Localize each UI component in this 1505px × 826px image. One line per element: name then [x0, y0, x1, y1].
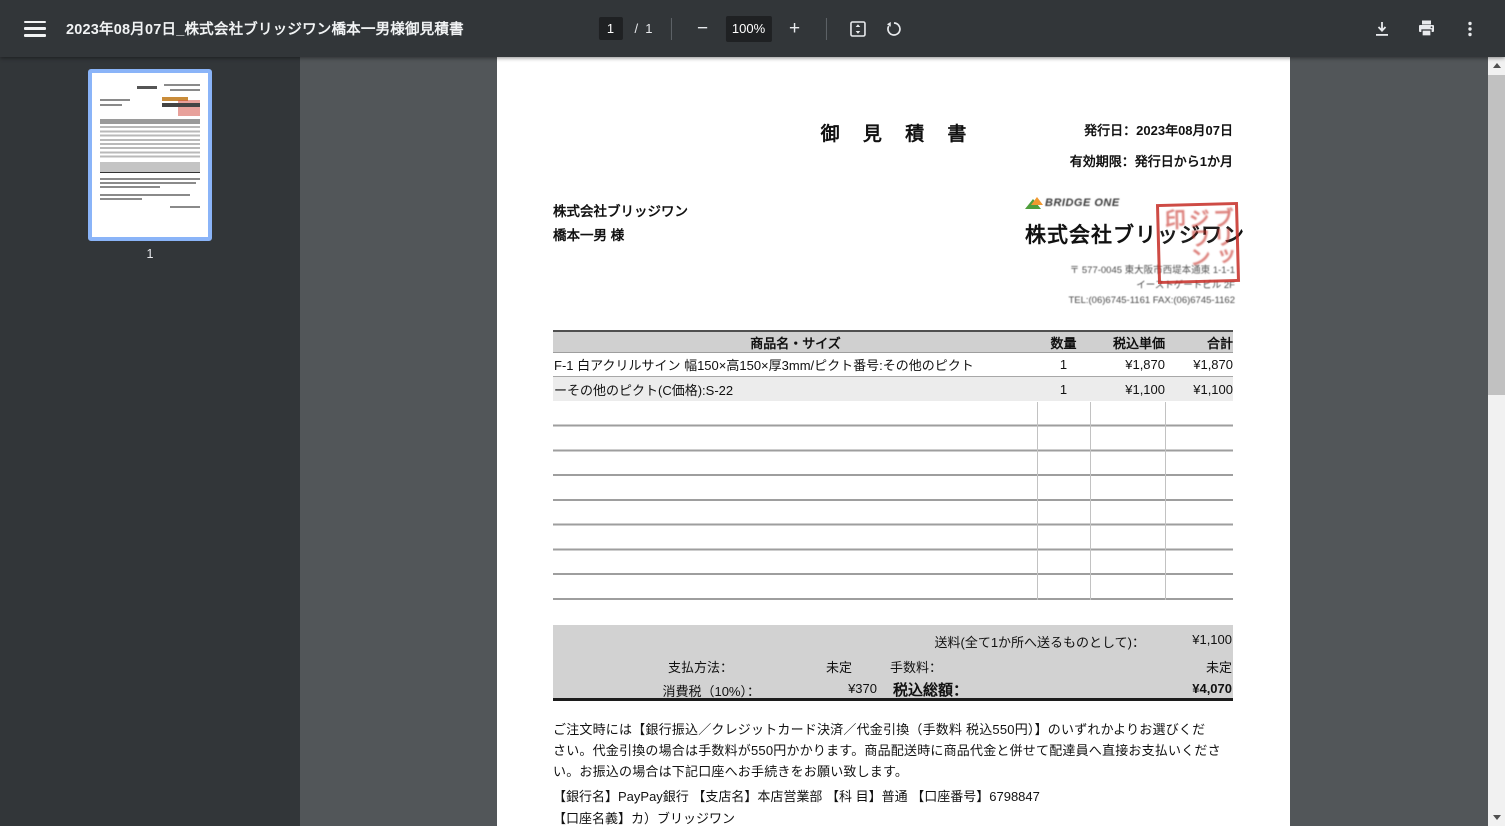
- thumbnail-preview: [92, 73, 208, 237]
- order-note-line: ご注文時には【銀行振込／クレジットカード決済／代金引換（手数料 税込550円）】…: [553, 722, 1206, 737]
- download-button[interactable]: [1369, 16, 1395, 42]
- payment-method-value: 未定: [825, 660, 852, 675]
- totals-summary: 送料(全て1か所へ送るものとして)： ¥1,100 支払方法： 未定 手数料： …: [553, 625, 1233, 701]
- scroll-down-icon: [1492, 815, 1501, 820]
- pdf-toolbar: 2023年08月07日_株式会社ブリッジワン橋本一男様御見積書 / 1 − 10…: [0, 0, 1505, 57]
- scroll-up-button[interactable]: [1488, 57, 1505, 74]
- tax-value: ¥370: [848, 681, 877, 696]
- order-note-line: さい。代金引換の場合は手数料が550円かかります。商品配送時に商品代金と併せて配…: [553, 743, 1221, 758]
- payment-method-label: 支払方法：: [667, 660, 733, 675]
- more-options-button[interactable]: [1457, 16, 1483, 42]
- shipping-label: 送料(全て1か所へ送るものとして)：: [934, 635, 1146, 650]
- toolbar-divider: [825, 17, 827, 40]
- zoom-out-button[interactable]: −: [690, 16, 716, 42]
- col-header-total: 合計: [1206, 335, 1233, 351]
- recipient-name: 橋本一男 様: [553, 228, 625, 243]
- thumbnail-page-number: 1: [146, 247, 154, 261]
- table-row: ーその他のピクト(C価格):S-22 1 ¥1,100 ¥1,100: [553, 377, 1233, 401]
- item-name: ーその他のピクト(C価格):S-22: [554, 382, 734, 398]
- print-button[interactable]: [1413, 16, 1439, 42]
- scrollbar-thumb[interactable]: [1488, 75, 1505, 395]
- empty-table-rows: [553, 402, 1233, 600]
- issue-date: 発行日：2023年08月07日: [1084, 123, 1233, 138]
- vertical-scrollbar[interactable]: [1488, 57, 1505, 826]
- validity-period: 有効期限：発行日から1か月: [1069, 154, 1233, 169]
- tax-label: 消費税（10%）：: [662, 684, 760, 699]
- items-table-header: 商品名・サイズ 数量 税込単価 合計: [553, 330, 1233, 353]
- item-qty: 1: [1059, 357, 1068, 372]
- print-icon: [1418, 20, 1434, 37]
- zoom-level-display: 100%: [725, 15, 772, 42]
- thumbnail-sidebar: 1: [0, 57, 300, 826]
- document-title: 2023年08月07日_株式会社ブリッジワン橋本一男様御見積書: [66, 22, 464, 38]
- scroll-down-button[interactable]: [1488, 809, 1505, 826]
- scroll-up-icon: [1492, 63, 1501, 68]
- item-unit-price: ¥1,870: [1125, 357, 1165, 372]
- col-header-product: 商品名・サイズ: [750, 335, 841, 351]
- logo-text: BRIDGE ONE: [1045, 197, 1120, 209]
- item-total: ¥1,100: [1193, 381, 1233, 397]
- fee-label: 手数料：: [889, 660, 942, 675]
- more-vert-icon: [1468, 21, 1472, 36]
- items-table: 商品名・サイズ 数量 税込単価 合計 F-1 白アクリルサイン 幅150×高15…: [553, 330, 1233, 401]
- company-seal-stamp: ブリッジワン印: [1155, 201, 1241, 285]
- shipping-value: ¥1,100: [1192, 632, 1232, 647]
- pdf-viewer-area: 御 見 積 書 発行日：2023年08月07日 有効期限：発行日から1か月 株式…: [300, 57, 1488, 826]
- grand-total-label: 税込総額：: [892, 682, 968, 699]
- download-icon: [1376, 21, 1388, 36]
- toolbar-divider: [670, 17, 672, 40]
- fit-page-icon: [849, 20, 866, 37]
- col-header-qty: 数量: [1050, 335, 1077, 351]
- zoom-in-button[interactable]: +: [782, 16, 808, 42]
- fit-page-button[interactable]: [845, 16, 871, 42]
- item-qty: 1: [1059, 381, 1068, 397]
- page-count-label: / 1: [634, 21, 653, 36]
- fee-value: 未定: [1205, 660, 1232, 675]
- col-header-unit-price: 税込単価: [1112, 335, 1165, 351]
- order-note-line: い。お振込の場合は下記口座へお手続きをお願い致します。: [553, 764, 909, 779]
- menu-icon[interactable]: [24, 20, 46, 37]
- item-unit-price: ¥1,100: [1125, 381, 1165, 397]
- recipient-company: 株式会社ブリッジワン: [553, 204, 688, 219]
- rotate-button[interactable]: [881, 16, 907, 42]
- issuer-address-line3: TEL:(06)6745-1161 FAX:(06)6745-1162: [1068, 295, 1235, 306]
- page-number-input[interactable]: [598, 17, 623, 40]
- bank-info-line: 【銀行名】PayPay銀行 【支店名】本店営業部 【科 目】普通 【口座番号】6…: [553, 789, 1040, 804]
- bank-info-line: 【口座名義】カ）ブリッジワン: [553, 811, 736, 826]
- grand-total-value: ¥4,070: [1192, 681, 1232, 696]
- seal-text: ブリッジワン印: [1162, 207, 1235, 266]
- item-name: F-1 白アクリルサイン 幅150×高150×厚3mm/ピクト番号:その他のピク…: [554, 358, 974, 373]
- pdf-page: 御 見 積 書 発行日：2023年08月07日 有効期限：発行日から1か月 株式…: [497, 57, 1290, 826]
- rotate-ccw-icon: [886, 21, 901, 36]
- page-thumbnail[interactable]: [88, 69, 212, 241]
- table-row: F-1 白アクリルサイン 幅150×高150×厚3mm/ピクト番号:その他のピク…: [553, 353, 1233, 377]
- item-total: ¥1,870: [1193, 357, 1233, 372]
- bridge-one-logo-icon: [1025, 197, 1043, 209]
